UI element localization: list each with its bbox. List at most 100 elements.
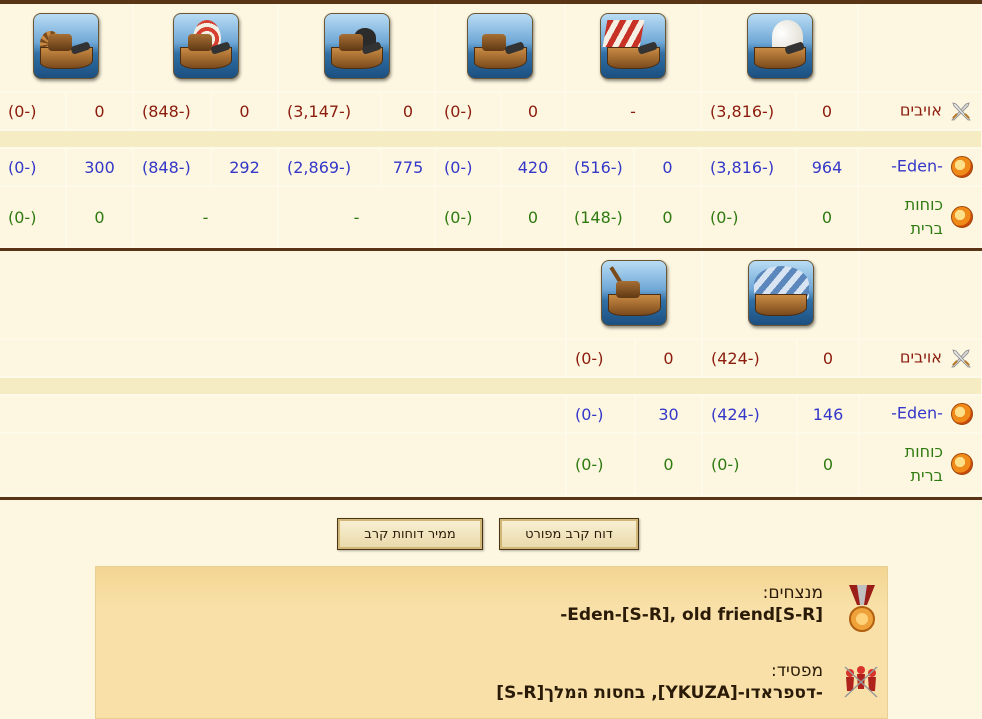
battle-result-panel: מנצחים: Eden-[S-R], old friend[S-R]- מפס…: [95, 566, 888, 719]
losses-value: (848-): [133, 92, 212, 131]
side-label-own: -Eden-: [858, 148, 982, 187]
count-value: 0: [381, 92, 436, 131]
striped-sail-ship-icon[interactable]: [600, 12, 666, 79]
count-value: 0: [634, 186, 702, 249]
count-value: 0: [501, 186, 566, 249]
loser-title: מפסיד:: [770, 661, 823, 681]
empty-cell: [0, 395, 567, 434]
unit-cell: [133, 4, 279, 93]
unit-header-row: [0, 4, 982, 93]
winners-names: Eden-[S-R], old friend[S-R]-: [560, 605, 823, 625]
count-value: 0: [635, 433, 703, 496]
count-value: 0: [797, 339, 860, 378]
losses-value: (0-): [702, 433, 798, 496]
losses-value: (3,816-): [701, 92, 797, 131]
side-label-allies: כוחות ברית: [859, 433, 982, 496]
losses-value: (0-): [566, 339, 636, 378]
battle-table-naval-2: (0-) 0 (424-) 0 אויבים (0-) 30 (424-) 14…: [0, 251, 982, 496]
side-label-own: -Eden-: [859, 395, 982, 434]
side-label-enemies: אויבים: [859, 339, 982, 378]
losses-value: (3,816-): [701, 148, 797, 187]
unit-cell: [0, 4, 134, 93]
unit-header-row: [0, 251, 982, 340]
ballista-ship-icon[interactable]: [467, 12, 533, 79]
side-label-allies: כוחות ברית: [858, 186, 982, 249]
paddle-ship-icon[interactable]: [323, 12, 390, 79]
count-value: 0: [634, 148, 702, 187]
unit-cell: [702, 251, 860, 340]
count-value: 0: [66, 92, 134, 131]
convert-reports-button[interactable]: ממיר דוחות קרב: [337, 518, 483, 550]
enemies-row: (0-) 0 (848-) 0 (3,147-) 0 (0-) 0 - (3,8…: [0, 92, 982, 131]
losses-value: (148-): [565, 186, 635, 249]
spacer-row: [0, 130, 982, 149]
balloon-carrier-icon[interactable]: [747, 259, 814, 326]
count-value: 292: [211, 148, 279, 187]
label-cell: [858, 4, 982, 93]
mortar-ship-icon[interactable]: [172, 12, 239, 79]
loser-troops-icon: [844, 666, 878, 698]
side-label-enemies: אויבים: [858, 92, 982, 131]
loser-names: -דספראדו-[YKUZA], בחסות המלך[S-R]: [496, 683, 823, 703]
loser-block: מפסיד: -דספראדו-[YKUZA], בחסות המלך[S-R]: [496, 661, 823, 703]
losses-value: (3,147-): [278, 92, 382, 131]
spacer-row: [0, 377, 982, 396]
losses-value: (0-): [0, 186, 67, 249]
empty-cell: [0, 339, 567, 378]
count-value: 0: [501, 92, 566, 131]
count-value: 0: [66, 186, 134, 249]
empty-cell: [0, 251, 567, 340]
cannon-ship-icon[interactable]: [33, 12, 99, 79]
losses-value: (0-): [566, 395, 636, 434]
empty-value: -: [278, 186, 436, 249]
losses-value: (516-): [565, 148, 635, 187]
losses-value: (0-): [701, 186, 797, 249]
crossed-swords-icon: [951, 349, 971, 368]
own-forces-row: (0-) 300 (848-) 292 (2,869-) 775 (0-) 42…: [0, 148, 982, 187]
count-value: 420: [501, 148, 566, 187]
report-buttons: דוח קרב מפורט ממיר דוחות קרב: [0, 518, 982, 552]
count-value: 964: [796, 148, 859, 187]
allies-row: (0-) 0 (0-) 0 כוחות ברית: [0, 433, 982, 496]
unit-cell: [435, 4, 566, 93]
section-divider: [0, 497, 982, 500]
losses-value: (0-): [435, 148, 502, 187]
count-value: 30: [635, 395, 703, 434]
losses-value: (424-): [702, 339, 798, 378]
count-value: 775: [381, 148, 436, 187]
player-emblem-icon: [951, 156, 973, 178]
sail-ram-ship-icon[interactable]: [746, 12, 813, 79]
losses-value: (0-): [435, 92, 502, 131]
label-cell: [859, 251, 982, 340]
losses-value: (0-): [0, 92, 67, 131]
side-label-text: -Eden-: [891, 403, 943, 423]
unit-cell: [566, 251, 703, 340]
losses-value: (848-): [133, 148, 212, 187]
side-label-text: אויבים: [899, 100, 942, 120]
empty-cell: [0, 433, 567, 496]
count-value: 0: [796, 186, 859, 249]
count-value: 0: [635, 339, 703, 378]
winners-title: מנצחים:: [762, 583, 823, 603]
count-value: 0: [797, 433, 860, 496]
losses-value: (0-): [0, 148, 67, 187]
unit-cell: [565, 4, 702, 93]
side-label-text: אויבים: [899, 347, 942, 367]
winner-medal-icon: [849, 585, 875, 632]
losses-value: (0-): [566, 433, 636, 496]
unit-cell: [701, 4, 859, 93]
count-value: 0: [796, 92, 859, 131]
losses-value: (2,869-): [278, 148, 382, 187]
losses-value: (0-): [435, 186, 502, 249]
enemies-row: (0-) 0 (424-) 0 אויבים: [0, 339, 982, 378]
side-label-text: -Eden-: [891, 156, 943, 176]
alliance-emblem-icon: [951, 206, 973, 228]
alliance-emblem-icon: [951, 453, 973, 475]
own-forces-row: (0-) 30 (424-) 146 -Eden-: [0, 395, 982, 434]
side-label-text: כוחות ברית: [904, 195, 943, 238]
winners-block: מנצחים: Eden-[S-R], old friend[S-R]-: [560, 583, 823, 625]
detailed-report-button[interactable]: דוח קרב מפורט: [499, 518, 639, 550]
count-value: 300: [66, 148, 134, 187]
empty-value: -: [565, 92, 702, 131]
crane-ship-icon[interactable]: [601, 259, 667, 326]
